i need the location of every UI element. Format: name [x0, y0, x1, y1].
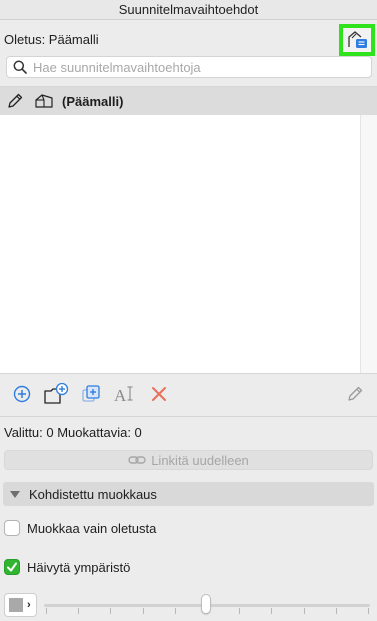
svg-text:A: A	[114, 386, 127, 404]
color-swatch	[9, 598, 23, 612]
slider-tick	[239, 608, 241, 614]
rename-icon: A	[113, 384, 137, 407]
design-option-list: (Päämalli)	[0, 86, 377, 374]
delete-button[interactable]	[144, 380, 174, 410]
checkmark-icon	[7, 562, 17, 572]
duplicate-icon	[80, 383, 102, 408]
fade-surroundings-checkbox[interactable]	[4, 559, 20, 575]
relink-label: Linkitä uudelleen	[151, 452, 249, 468]
title-bar: Suunnitelmavaihtoehdot	[0, 0, 377, 20]
list-scrollbar[interactable]	[360, 115, 377, 373]
fade-slider-thumb[interactable]	[201, 594, 211, 614]
disclosure-triangle-icon	[10, 490, 20, 498]
add-folder-button[interactable]	[41, 380, 71, 410]
house-icon	[32, 93, 56, 109]
selection-status: Valittu: 0 Muokattavia: 0	[4, 425, 142, 440]
slider-tick	[335, 608, 337, 614]
pencil-icon[interactable]	[3, 92, 27, 110]
house-list-icon	[346, 29, 368, 52]
slider-tick	[368, 608, 369, 614]
section-title: Kohdistettu muokkaus	[29, 486, 157, 502]
edit-default-only-option[interactable]: Muokkaa vain oletusta	[4, 520, 156, 536]
add-option-icon	[12, 384, 32, 407]
list-item-label: (Päämalli)	[62, 93, 124, 109]
slider-tick	[174, 608, 176, 614]
slider-tick	[142, 608, 144, 614]
window-title: Suunnitelmavaihtoehdot	[118, 2, 259, 17]
fade-slider-row: ›	[0, 591, 377, 619]
link-icon	[128, 454, 146, 466]
add-folder-icon	[43, 382, 69, 408]
default-option-row: Oletus: Päämalli	[0, 24, 377, 56]
duplicate-button[interactable]	[76, 380, 106, 410]
slider-tick	[271, 608, 273, 614]
option-toolbar: A	[0, 376, 377, 414]
edit-button[interactable]	[340, 380, 370, 410]
slider-tick	[46, 608, 47, 614]
delete-icon	[150, 385, 168, 406]
list-item[interactable]: (Päämalli)	[0, 87, 377, 115]
slider-tick	[110, 608, 112, 614]
slider-tick	[78, 608, 80, 614]
search-icon	[7, 60, 33, 74]
fade-color-picker[interactable]: ›	[4, 593, 37, 617]
edit-default-only-checkbox[interactable]	[4, 520, 20, 536]
rename-button[interactable]: A	[110, 380, 140, 410]
model-options-button[interactable]	[339, 24, 375, 56]
search-input[interactable]	[33, 59, 353, 75]
fade-surroundings-option[interactable]: Häivytä ympäristö	[4, 559, 130, 575]
relink-button[interactable]: Linkitä uudelleen	[4, 450, 373, 470]
edit-icon	[346, 385, 364, 406]
chevron-right-icon: ›	[27, 599, 31, 611]
focused-edit-section-header[interactable]: Kohdistettu muokkaus	[3, 482, 374, 506]
fade-surroundings-label: Häivytä ympäristö	[27, 559, 131, 575]
edit-default-only-label: Muokkaa vain oletusta	[27, 520, 157, 536]
search-field[interactable]	[6, 56, 372, 78]
slider-tick	[303, 608, 305, 614]
divider	[0, 416, 377, 417]
default-option-label: Oletus: Päämalli	[4, 31, 99, 47]
add-option-button[interactable]	[7, 380, 37, 410]
